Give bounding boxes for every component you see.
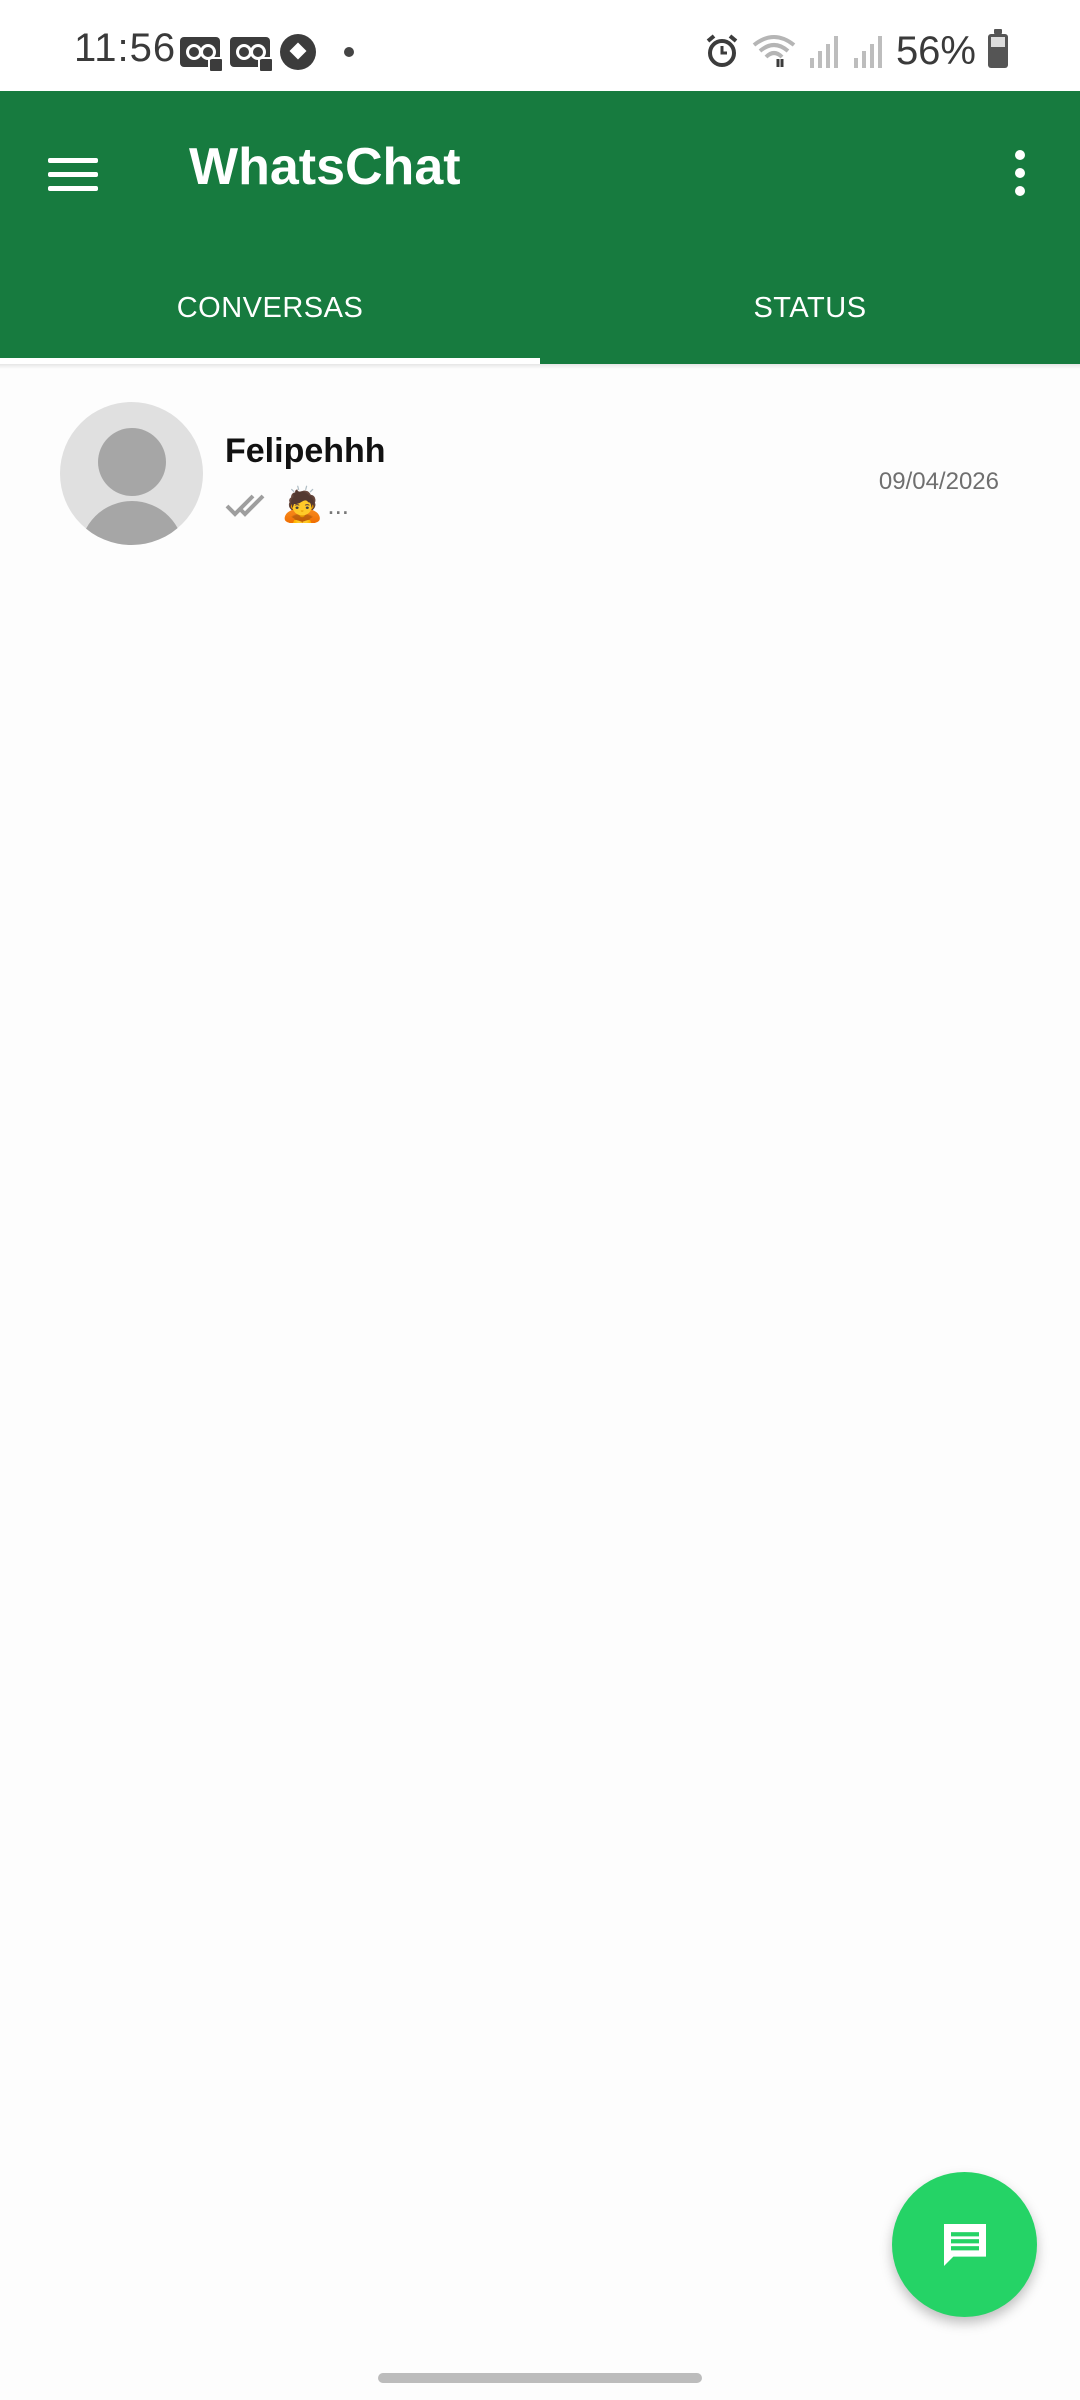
- chat-message-icon: [943, 2223, 986, 2266]
- chat-date: 09/04/2026: [878, 468, 999, 495]
- signal-icon: [853, 36, 882, 68]
- chat-contact-name: Felipehhh: [225, 432, 386, 470]
- signal-icon: [809, 36, 838, 68]
- voicemail-icon: [230, 37, 274, 73]
- system-icons: 56%: [704, 26, 1008, 76]
- soccer-ball-icon: [280, 34, 316, 70]
- wifi-icon: [752, 35, 796, 67]
- notification-icons: [180, 32, 354, 73]
- dot-icon: [344, 47, 354, 57]
- preview-emoji: 🙇: [281, 485, 324, 525]
- tab-conversas[interactable]: CONVERSAS: [0, 274, 540, 364]
- default-avatar-icon[interactable]: [60, 402, 203, 545]
- more-vert-icon[interactable]: [1000, 135, 1040, 211]
- new-chat-button[interactable]: [892, 2172, 1037, 2317]
- alarm-icon: [706, 34, 738, 67]
- status-bar: 11:56 56%: [0, 0, 1080, 91]
- voicemail-icon: [180, 37, 224, 73]
- app-bar: WhatsChat CONVERSAS STATUS: [0, 91, 1080, 364]
- tab-divider: [0, 364, 1080, 369]
- battery-icon: [988, 29, 1008, 68]
- preview-text: ...: [327, 489, 350, 520]
- chat-list-item[interactable]: Felipehhh 🙇 ... 09/04/2026: [0, 380, 1080, 570]
- battery-percentage: 56%: [895, 28, 976, 73]
- app-title: WhatsChat: [189, 138, 461, 196]
- status-time: 11:56: [74, 26, 177, 70]
- screen: 11:56 56% WhatsChat CONVERSAS STATUS Fel…: [0, 0, 1080, 2400]
- tab-bar: CONVERSAS STATUS: [0, 274, 1080, 364]
- hamburger-menu-icon[interactable]: [40, 141, 106, 207]
- double-check-icon: [225, 494, 265, 517]
- tab-status[interactable]: STATUS: [540, 274, 1080, 364]
- chat-last-message: 🙇 ...: [225, 482, 349, 528]
- navigation-handle[interactable]: [378, 2373, 702, 2383]
